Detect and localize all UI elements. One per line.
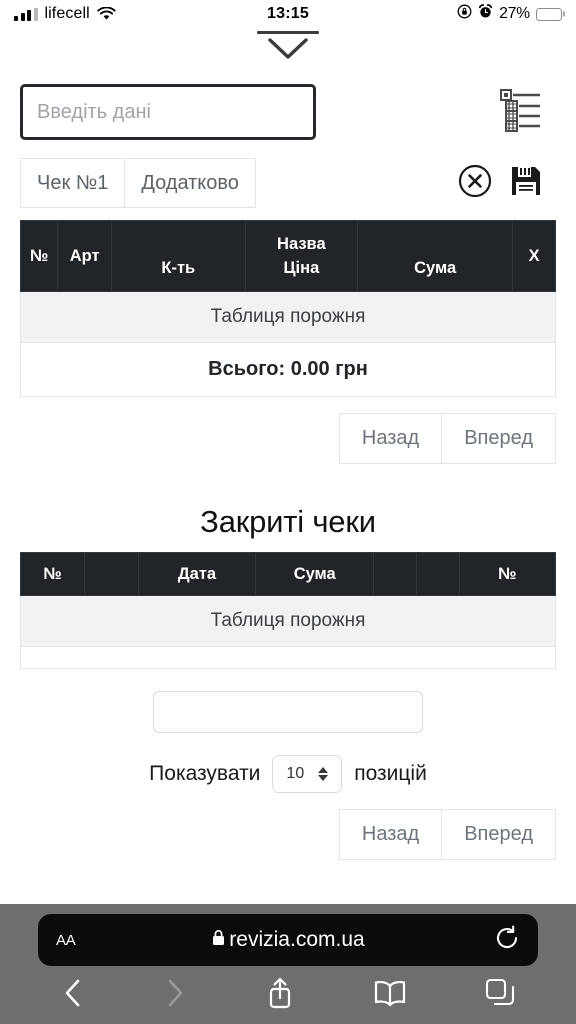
url-display: revizia.com.ua xyxy=(38,928,538,952)
text-size-button[interactable]: AA xyxy=(56,932,76,949)
col-sum[interactable]: Сума xyxy=(357,220,514,292)
closed-blank-row xyxy=(20,646,556,669)
col-quantity-label: К-ть xyxy=(161,258,196,277)
col-sum-label: Сума xyxy=(414,258,457,277)
data-entry-row xyxy=(20,84,556,140)
close-circle-icon[interactable] xyxy=(458,164,492,203)
share-icon[interactable] xyxy=(265,976,295,1015)
page-size-label-after: позицій xyxy=(354,762,427,785)
receipt-next-button[interactable]: Вперед xyxy=(442,413,556,464)
chevron-down-icon xyxy=(265,36,311,67)
closed-col-blank-3[interactable] xyxy=(415,552,460,596)
address-bar[interactable]: AA revizia.com.ua xyxy=(38,914,538,966)
closed-receipts-table: № Дата Сума № Таблиця порожня xyxy=(19,552,557,669)
page-size-value: 10 xyxy=(286,765,305,782)
closed-prev-button[interactable]: Назад xyxy=(338,809,443,860)
page-size-select[interactable]: 10 xyxy=(272,755,343,793)
closed-col-date[interactable]: Дата xyxy=(137,552,257,596)
col-number[interactable]: № xyxy=(19,220,59,292)
receipt-empty-text: Таблиця порожня xyxy=(20,291,556,343)
closed-receipts-title: Закриті чеки xyxy=(200,504,376,539)
receipt-tabs-row: Чек №1 Додатково xyxy=(20,158,556,208)
lock-icon xyxy=(211,928,226,952)
reload-icon[interactable] xyxy=(494,924,520,956)
closed-col-sum[interactable]: Сума xyxy=(255,552,375,596)
tab-receipt-1[interactable]: Чек №1 xyxy=(20,158,126,208)
receipt-pagination: Назад Вперед xyxy=(20,413,556,464)
pull-down-indicator[interactable] xyxy=(0,28,576,72)
col-quantity[interactable]: К-ть xyxy=(110,220,246,292)
safari-toolbar xyxy=(0,966,576,1024)
stepper-arrows-icon xyxy=(318,767,329,781)
closed-empty-text: Таблиця порожня xyxy=(20,595,556,647)
tab-additional[interactable]: Додатково xyxy=(125,158,256,208)
battery-icon xyxy=(536,7,562,21)
closed-empty-row: Таблиця порожня xyxy=(20,595,556,647)
closed-col-blank-2[interactable] xyxy=(373,552,417,596)
receipt-actions xyxy=(458,164,542,203)
status-right: 27% xyxy=(457,4,562,24)
receipt-total-text: Всього: 0.00 грн xyxy=(20,342,556,397)
col-article[interactable]: Арт xyxy=(57,220,112,292)
receipt-total-row: Всього: 0.00 грн xyxy=(20,342,556,397)
pull-handle-bar xyxy=(257,31,319,34)
closed-col-blank-1[interactable] xyxy=(84,552,139,596)
closed-search-input[interactable] xyxy=(153,691,423,733)
alarm-clock-icon xyxy=(478,4,493,24)
data-input[interactable] xyxy=(20,84,316,140)
back-chevron-icon[interactable] xyxy=(61,977,85,1014)
receipt-table-header-row: № Арт К-ть Назва Ціна Сума X xyxy=(19,220,556,292)
col-price-label: Ціна xyxy=(283,258,320,277)
receipt-prev-button[interactable]: Назад xyxy=(338,413,443,464)
tabs-icon[interactable] xyxy=(485,978,515,1013)
closed-col-number[interactable]: № xyxy=(19,552,86,596)
url-text: revizia.com.ua xyxy=(229,928,365,951)
receipt-tabs: Чек №1 Додатково xyxy=(20,158,256,208)
receipt-empty-row: Таблиця порожня xyxy=(20,291,556,343)
safari-bottom-chrome: AA revizia.com.ua xyxy=(0,904,576,1024)
closed-search-wrap xyxy=(20,691,556,733)
col-name-label: Назва xyxy=(277,234,326,253)
closed-next-button[interactable]: Вперед xyxy=(442,809,556,860)
col-name-price[interactable]: Назва Ціна xyxy=(244,220,359,292)
closed-table-header-row: № Дата Сума № xyxy=(19,552,557,596)
bookmarks-book-icon[interactable] xyxy=(373,979,407,1012)
closed-col-number-2[interactable]: № xyxy=(458,552,557,596)
col-sum-top xyxy=(358,221,512,256)
rotation-lock-icon xyxy=(457,4,472,24)
save-floppy-icon[interactable] xyxy=(510,165,542,202)
closed-pagination: Назад Вперед xyxy=(20,809,556,860)
col-quantity-top xyxy=(112,221,245,256)
forward-chevron-icon[interactable] xyxy=(163,977,187,1014)
col-delete[interactable]: X xyxy=(512,220,556,292)
ios-status-bar: lifecell 13:15 27% xyxy=(0,0,576,28)
battery-percent: 27% xyxy=(499,5,530,22)
page-size-row: Показувати 10 позицій xyxy=(20,755,556,793)
receipt-items-table: № Арт К-ть Назва Ціна Сума X Таблиця пор… xyxy=(19,220,556,397)
tree-structure-icon[interactable] xyxy=(498,86,542,139)
page-size-label-before: Показувати xyxy=(149,762,261,785)
page-content: Чек №1 Додатково xyxy=(0,84,576,860)
closed-blank-cell xyxy=(20,646,556,669)
